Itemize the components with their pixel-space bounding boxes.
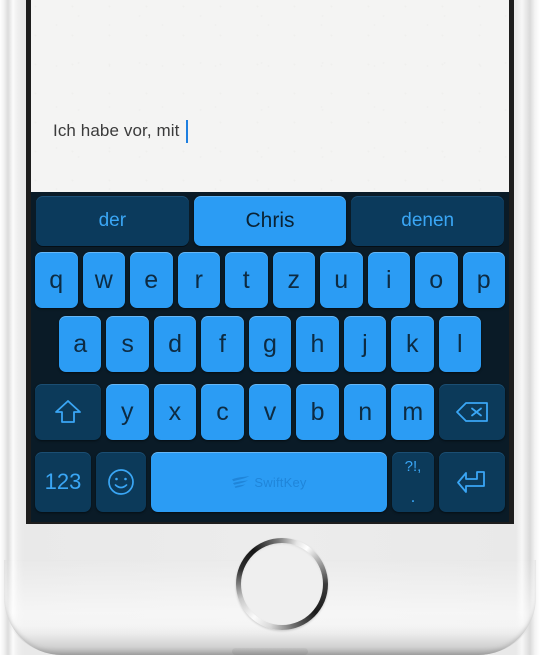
key-e[interactable]: e [130, 252, 173, 308]
key-w[interactable]: w [82, 252, 125, 308]
speaker-grille [232, 648, 308, 655]
key-z[interactable]: z [272, 252, 315, 308]
key-label: q [49, 265, 64, 294]
composed-text: Ich habe vor, mit [53, 121, 185, 140]
emoji-key[interactable] [96, 452, 146, 512]
key-label: j [362, 329, 368, 358]
key-i[interactable]: i [367, 252, 410, 308]
suggestion-item-3[interactable]: denen [351, 196, 505, 246]
key-p[interactable]: p [462, 252, 505, 308]
key-label: p [476, 265, 491, 294]
swiftkey-logo: SwiftKey [231, 475, 306, 490]
key-label: b [310, 397, 325, 426]
key-label: y [121, 397, 134, 426]
key-m[interactable]: m [391, 384, 435, 440]
key-label: g [263, 329, 277, 358]
text-entry-area[interactable]: Ich habe vor, mit [31, 0, 509, 192]
key-label: u [334, 265, 349, 294]
key-label: l [456, 329, 463, 358]
key-label: o [429, 265, 444, 294]
key-label: m [402, 397, 424, 426]
key-label: t [242, 265, 250, 294]
emoji-smiley-icon [106, 467, 136, 497]
key-c[interactable]: c [201, 384, 244, 440]
keyboard-row-3: y x c v b n m [31, 384, 509, 440]
keyboard-row-4: 123 SwiftKey ?!, . [31, 452, 509, 512]
suggestion-item-1[interactable]: der [36, 196, 189, 246]
key-label: c [216, 397, 229, 426]
suggestion-bar: der Chris denen [31, 196, 509, 246]
key-v[interactable]: v [248, 384, 292, 440]
key-label: h [310, 329, 325, 358]
suggestion-label: Chris [245, 209, 295, 232]
key-a[interactable]: a [59, 316, 102, 372]
key-s[interactable]: s [106, 316, 149, 372]
enter-key[interactable] [439, 452, 505, 512]
key-label: s [121, 329, 134, 358]
backspace-icon [455, 400, 489, 424]
key-g[interactable]: g [248, 316, 292, 372]
swiftkey-keyboard: der Chris denen q w e r t z u i o p a s … [31, 192, 509, 522]
numeric-mode-key[interactable]: 123 [35, 452, 91, 512]
key-q[interactable]: q [35, 252, 78, 308]
swiftkey-wordmark: SwiftKey [254, 474, 307, 490]
home-button-surface [241, 543, 323, 625]
suggestion-item-2-selected[interactable]: Chris [193, 196, 347, 246]
key-b[interactable]: b [296, 384, 339, 440]
shift-icon [53, 398, 83, 426]
key-label: e [144, 265, 159, 294]
key-r[interactable]: r [177, 252, 220, 308]
key-x[interactable]: x [153, 384, 197, 440]
keyboard-row-1: q w e r t z u i o p [31, 252, 509, 308]
key-label: f [219, 329, 226, 358]
enter-icon [455, 468, 489, 496]
phone-device: Ich habe vor, mit der Chris denen q w e … [0, 0, 540, 655]
key-d[interactable]: d [153, 316, 197, 372]
suggestion-label: der [98, 210, 127, 231]
suggestion-label: denen [401, 210, 455, 231]
phone-screen: Ich habe vor, mit der Chris denen q w e … [31, 0, 509, 522]
punctuation-top-label: ?!, [404, 458, 422, 475]
key-label: a [73, 329, 88, 358]
space-key[interactable]: SwiftKey [151, 452, 387, 512]
key-label: w [94, 265, 113, 294]
key-y[interactable]: y [106, 384, 149, 440]
punctuation-labels: ?!, . [405, 459, 422, 505]
compose-line: Ich habe vor, mit [53, 118, 189, 144]
key-label: r [194, 265, 203, 294]
key-o[interactable]: o [415, 252, 458, 308]
key-label: z [287, 265, 301, 294]
key-label: k [406, 329, 419, 358]
key-label: i [385, 265, 392, 294]
key-h[interactable]: h [296, 316, 339, 372]
key-l[interactable]: l [438, 316, 481, 372]
key-f[interactable]: f [201, 316, 244, 372]
key-label: x [168, 397, 182, 426]
key-j[interactable]: j [343, 316, 387, 372]
text-caret [186, 119, 189, 143]
home-button[interactable] [236, 538, 328, 630]
key-label: v [263, 397, 277, 426]
key-u[interactable]: u [320, 252, 363, 308]
key-label: 123 [44, 469, 82, 494]
backspace-key[interactable] [439, 384, 506, 440]
shift-key[interactable] [35, 384, 101, 440]
punctuation-bottom-label: . [410, 487, 416, 506]
key-label: d [168, 329, 183, 358]
key-t[interactable]: t [225, 252, 268, 308]
keyboard-row-2: a s d f g h j k l [31, 316, 509, 372]
punctuation-key[interactable]: ?!, . [392, 452, 434, 512]
key-n[interactable]: n [343, 384, 387, 440]
key-label: n [358, 397, 373, 426]
key-k[interactable]: k [391, 316, 434, 372]
